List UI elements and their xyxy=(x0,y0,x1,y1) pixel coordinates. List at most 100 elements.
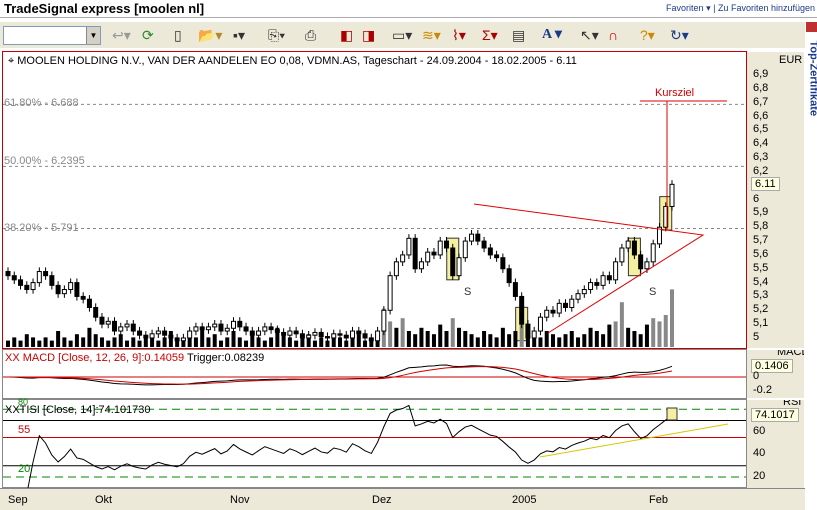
candle-body xyxy=(281,331,287,336)
candle-body xyxy=(487,247,493,256)
candle-body xyxy=(475,233,481,242)
candle-body xyxy=(431,251,437,256)
candle-body xyxy=(193,326,199,332)
candle-body xyxy=(174,337,180,342)
price-tick: 6,7 xyxy=(753,95,769,108)
candle-body xyxy=(588,282,594,291)
candle-body xyxy=(268,326,274,331)
volume-bar xyxy=(206,337,211,347)
volume-bar xyxy=(563,334,568,347)
volume-bar xyxy=(18,340,23,347)
candle-body xyxy=(130,323,136,332)
volume-bar xyxy=(457,327,462,347)
rsi-value-tag: 74.1017 xyxy=(751,408,799,422)
candle-body xyxy=(199,326,205,331)
candle-body xyxy=(638,254,644,270)
volume-bar xyxy=(68,340,73,347)
volume-bar xyxy=(24,334,29,347)
volume-bar xyxy=(193,337,198,347)
candle-body xyxy=(318,331,324,338)
candle-body xyxy=(337,333,343,336)
macd-scale[interactable]: MACD 0.1406 0 -0.2 xyxy=(747,350,804,398)
candle-body xyxy=(331,333,337,339)
candle-body xyxy=(619,247,625,263)
volume-bar xyxy=(619,302,624,347)
candle-body xyxy=(274,329,280,333)
volume-bar xyxy=(112,337,117,347)
last-price-tag: 6.11 xyxy=(751,177,780,192)
volume-bar xyxy=(6,340,10,347)
month-label: Okt xyxy=(95,494,113,506)
volume-bar xyxy=(49,340,54,347)
macd-header: XX MACD [Close, 12, 26, 9]:0.14059 Trigg… xyxy=(5,352,264,364)
candle-body xyxy=(581,289,587,295)
volume-bar xyxy=(500,327,505,347)
volume-bar xyxy=(31,337,36,347)
candle-body xyxy=(625,240,631,249)
rsi-20-label: 20 xyxy=(18,463,31,475)
candle-body xyxy=(212,323,218,328)
candle-body xyxy=(80,295,86,300)
fib-label-618: 61.80% - 6.688 xyxy=(4,97,79,109)
candle-body xyxy=(218,323,224,332)
chart-canvas[interactable] xyxy=(0,0,817,510)
time-axis[interactable] xyxy=(0,488,805,510)
volume-bar xyxy=(444,331,449,347)
volume-bar xyxy=(118,334,123,347)
candle-body xyxy=(531,330,537,339)
volume-bar xyxy=(544,331,549,347)
price-scale[interactable]: EUR 6,9 6,8 6,7 6,6 6,5 6,4 6,3 6,2 6 5,9 5,8 5,7 5,… xyxy=(747,52,804,348)
candle-body xyxy=(93,307,99,318)
fib-label-500: 50.00% - 6.2395 xyxy=(4,155,85,167)
candle-body xyxy=(469,233,475,242)
price-tick: 6,5 xyxy=(753,123,769,136)
candle-body xyxy=(36,271,42,284)
month-label: Sep xyxy=(8,494,28,506)
volume-bar xyxy=(425,331,430,347)
price-tick: 5,2 xyxy=(753,303,769,316)
volume-bar xyxy=(475,337,480,347)
volume-bar xyxy=(463,331,468,347)
volume-bar xyxy=(99,337,104,347)
price-tick: 6 xyxy=(753,192,760,205)
candle-body xyxy=(30,282,36,291)
price-tick: 6,3 xyxy=(753,151,769,164)
candle-body xyxy=(49,275,55,286)
month-label: Nov xyxy=(230,494,250,506)
macd-tick: 0 xyxy=(753,370,760,382)
macd-trigger: Trigger:0.08239 xyxy=(187,352,265,364)
volume-bar xyxy=(225,337,230,347)
candle-body xyxy=(111,320,117,332)
macd-scale-title: MACD xyxy=(777,350,804,358)
candle-body xyxy=(312,331,318,336)
rsi-scale-title: RSI xyxy=(783,400,802,408)
volume-bar xyxy=(237,337,242,347)
candle-body xyxy=(262,326,268,332)
rsi-scale[interactable]: RSI 74.1017 60 40 20 xyxy=(747,400,804,488)
candle-body xyxy=(437,240,443,256)
candle-body xyxy=(18,279,24,286)
candle-body xyxy=(462,240,468,259)
volume-bar xyxy=(244,340,249,347)
price-panel xyxy=(2,51,747,349)
candle-body xyxy=(299,333,305,339)
candle-body xyxy=(406,237,412,256)
price-tick: 5,6 xyxy=(753,247,769,260)
volume-bar xyxy=(488,334,493,347)
candle-body xyxy=(443,240,449,249)
candle-body xyxy=(68,282,74,291)
volume-bar xyxy=(62,337,67,347)
chart-handle-icon[interactable]: ⌖ xyxy=(8,55,17,67)
fib-label-382: 38.20% - 5.791 xyxy=(4,222,79,234)
volume-bar xyxy=(56,331,61,347)
candle-body xyxy=(644,261,650,270)
chart-header: ⌖ MOOLEN HOLDING N.V., VAN DER AANDELEN … xyxy=(8,55,577,68)
rsi-highlight-box xyxy=(666,407,678,421)
candle-body xyxy=(306,334,312,339)
candle-body xyxy=(324,336,330,339)
volume-bar xyxy=(37,340,42,347)
candle-body xyxy=(356,330,362,335)
price-tick: 6,9 xyxy=(753,68,769,80)
candle-body xyxy=(450,247,456,277)
rsi-tick: 20 xyxy=(753,470,766,482)
